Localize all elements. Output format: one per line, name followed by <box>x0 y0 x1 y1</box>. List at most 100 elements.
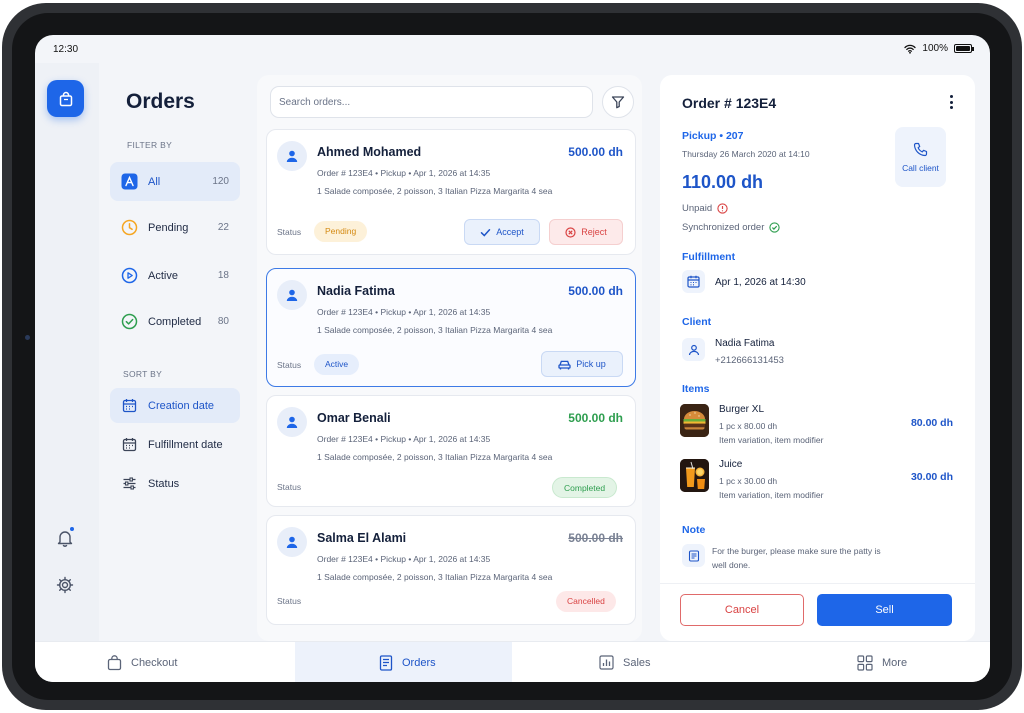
nav-sales-label: Sales <box>623 656 651 669</box>
order-card[interactable]: Ahmed Mohamed 500.00 dh Order # 123E4 • … <box>266 129 636 255</box>
shopping-bag-icon[interactable] <box>47 80 84 117</box>
grid-icon <box>857 654 873 671</box>
item-price: 80.00 dh <box>910 417 953 429</box>
payment-status-text: Unpaid <box>682 203 713 214</box>
client-heading: Client <box>682 316 712 328</box>
items-heading: Items <box>682 383 710 395</box>
item-quantity: 1 pc x 80.00 dh <box>719 421 778 431</box>
call-client-button[interactable]: Call client <box>895 127 946 187</box>
nav-more[interactable]: More <box>857 642 907 682</box>
filter-panel: Orders FILTER BY All 120 Pending 22 Acti… <box>99 63 255 641</box>
bottom-nav: Checkout Orders Sales More <box>35 641 990 682</box>
status-label: Status <box>277 360 302 370</box>
calendar-icon <box>121 436 138 453</box>
note-line-2: well done. <box>712 560 751 570</box>
status-label: Status <box>277 596 302 606</box>
order-card-selected[interactable]: Nadia Fatima 500.00 dh Order # 123E4 • P… <box>266 268 636 387</box>
filter-by-label: FILTER BY <box>127 140 173 150</box>
status-label: Status <box>277 482 302 492</box>
calendar-icon <box>682 270 705 293</box>
filter-completed-count: 80 <box>217 316 229 327</box>
order-price: 500.00 dh <box>568 145 623 159</box>
status-badge: Pending <box>314 221 368 242</box>
check-circle-icon <box>769 222 781 233</box>
status-badge: Active <box>314 354 360 375</box>
pickup-button[interactable]: Pick up <box>541 351 623 377</box>
order-price: 500.00 dh <box>568 531 623 545</box>
filter-all[interactable]: All 120 <box>110 162 240 201</box>
all-icon <box>121 173 138 190</box>
status-time: 12:30 <box>53 44 79 55</box>
battery-percent: 100% <box>922 43 948 54</box>
order-price: 500.00 dh <box>568 411 623 425</box>
filter-all-count: 120 <box>212 176 229 187</box>
item-name: Juice <box>719 459 743 470</box>
pickup-label: Pick up <box>576 359 606 369</box>
order-date: Thursday 26 March 2020 at 14:10 <box>682 149 810 159</box>
reject-button[interactable]: Reject <box>549 219 623 245</box>
filter-all-label: All <box>148 175 161 188</box>
order-number: Order # 123E4 <box>317 307 373 317</box>
sell-button[interactable]: Sell <box>817 594 952 626</box>
order-meta: Order # 123E4 • Pickup • Apr 1, 2026 at … <box>317 168 491 178</box>
sync-status: Synchronized order <box>682 222 781 233</box>
user-icon <box>277 280 307 310</box>
sort-fulfillment-date[interactable]: Fulfillment date <box>110 427 240 462</box>
nav-checkout-label: Checkout <box>131 656 178 669</box>
clock-icon <box>121 219 138 236</box>
car-icon <box>558 360 571 369</box>
close-circle-icon <box>565 226 576 238</box>
filter-icon[interactable] <box>602 86 634 118</box>
reject-label: Reject <box>581 227 607 237</box>
status-badge: Cancelled <box>556 591 616 612</box>
battery-icon <box>954 44 974 53</box>
order-number: Order # 123E4 <box>317 434 373 444</box>
gear-icon[interactable] <box>56 576 74 599</box>
order-card[interactable]: Salma El Alami 500.00 dh Order # 123E4 •… <box>266 515 636 625</box>
receipt-icon <box>379 654 393 671</box>
chart-icon <box>599 655 614 670</box>
nav-checkout[interactable]: Checkout <box>107 642 177 682</box>
customer-name: Nadia Fatima <box>317 284 395 298</box>
filter-active-label: Active <box>148 269 178 282</box>
order-number: Order # 123E4 <box>317 168 373 178</box>
user-icon <box>277 407 307 437</box>
bell-icon[interactable] <box>55 526 75 553</box>
order-type: Pickup <box>380 434 406 444</box>
check-circle-icon <box>121 313 138 330</box>
item-price: 30.00 dh <box>910 471 953 483</box>
item-quantity: 1 pc x 30.00 dh <box>719 476 778 486</box>
note-line-1: For the burger, please make sure the pat… <box>712 546 881 556</box>
sort-by-label: SORT BY <box>123 369 163 379</box>
sort-status[interactable]: Status <box>110 466 240 501</box>
order-date: Apr 1, 2026 at 14:35 <box>413 434 491 444</box>
user-icon <box>682 338 705 361</box>
filter-completed[interactable]: Completed 80 <box>110 302 240 341</box>
order-card[interactable]: Omar Benali 500.00 dh Order # 123E4 • Pi… <box>266 395 636 507</box>
item-name: Burger XL <box>719 404 765 415</box>
more-vertical-icon[interactable] <box>950 95 954 112</box>
burger-image <box>680 404 709 437</box>
accept-button[interactable]: Accept <box>464 219 540 245</box>
order-date: Apr 1, 2026 at 14:35 <box>413 554 491 564</box>
item-variation: Item variation, item modifier <box>719 435 824 445</box>
sort-creation-date[interactable]: Creation date <box>110 388 240 423</box>
filter-active-count: 18 <box>217 270 229 281</box>
nav-more-label: More <box>882 656 908 669</box>
nav-orders[interactable]: Orders <box>295 642 512 682</box>
order-title: Order # 123E4 <box>682 95 777 111</box>
filter-active[interactable]: Active 18 <box>110 256 240 295</box>
user-icon <box>277 527 307 557</box>
nav-sales[interactable]: Sales <box>599 642 651 682</box>
cancel-button[interactable]: Cancel <box>680 594 804 626</box>
search-input[interactable]: Search orders... <box>270 86 593 118</box>
nav-orders-label: Orders <box>402 656 436 669</box>
order-meta: Order # 123E4 • Pickup • Apr 1, 2026 at … <box>317 307 491 317</box>
order-items: 1 Salade composée, 2 poisson, 3 Italian … <box>317 186 553 196</box>
order-items: 1 Salade composée, 2 poisson, 3 Italian … <box>317 452 553 462</box>
filter-pending[interactable]: Pending 22 <box>110 208 240 247</box>
status-bar: 12:30 100% <box>35 35 990 63</box>
item-variation: Item variation, item modifier <box>719 490 824 500</box>
screen: 12:30 100% Orders FILTER BY All 120 Pend… <box>35 35 990 682</box>
order-items: 1 Salade composée, 2 poisson, 3 Italian … <box>317 572 553 582</box>
